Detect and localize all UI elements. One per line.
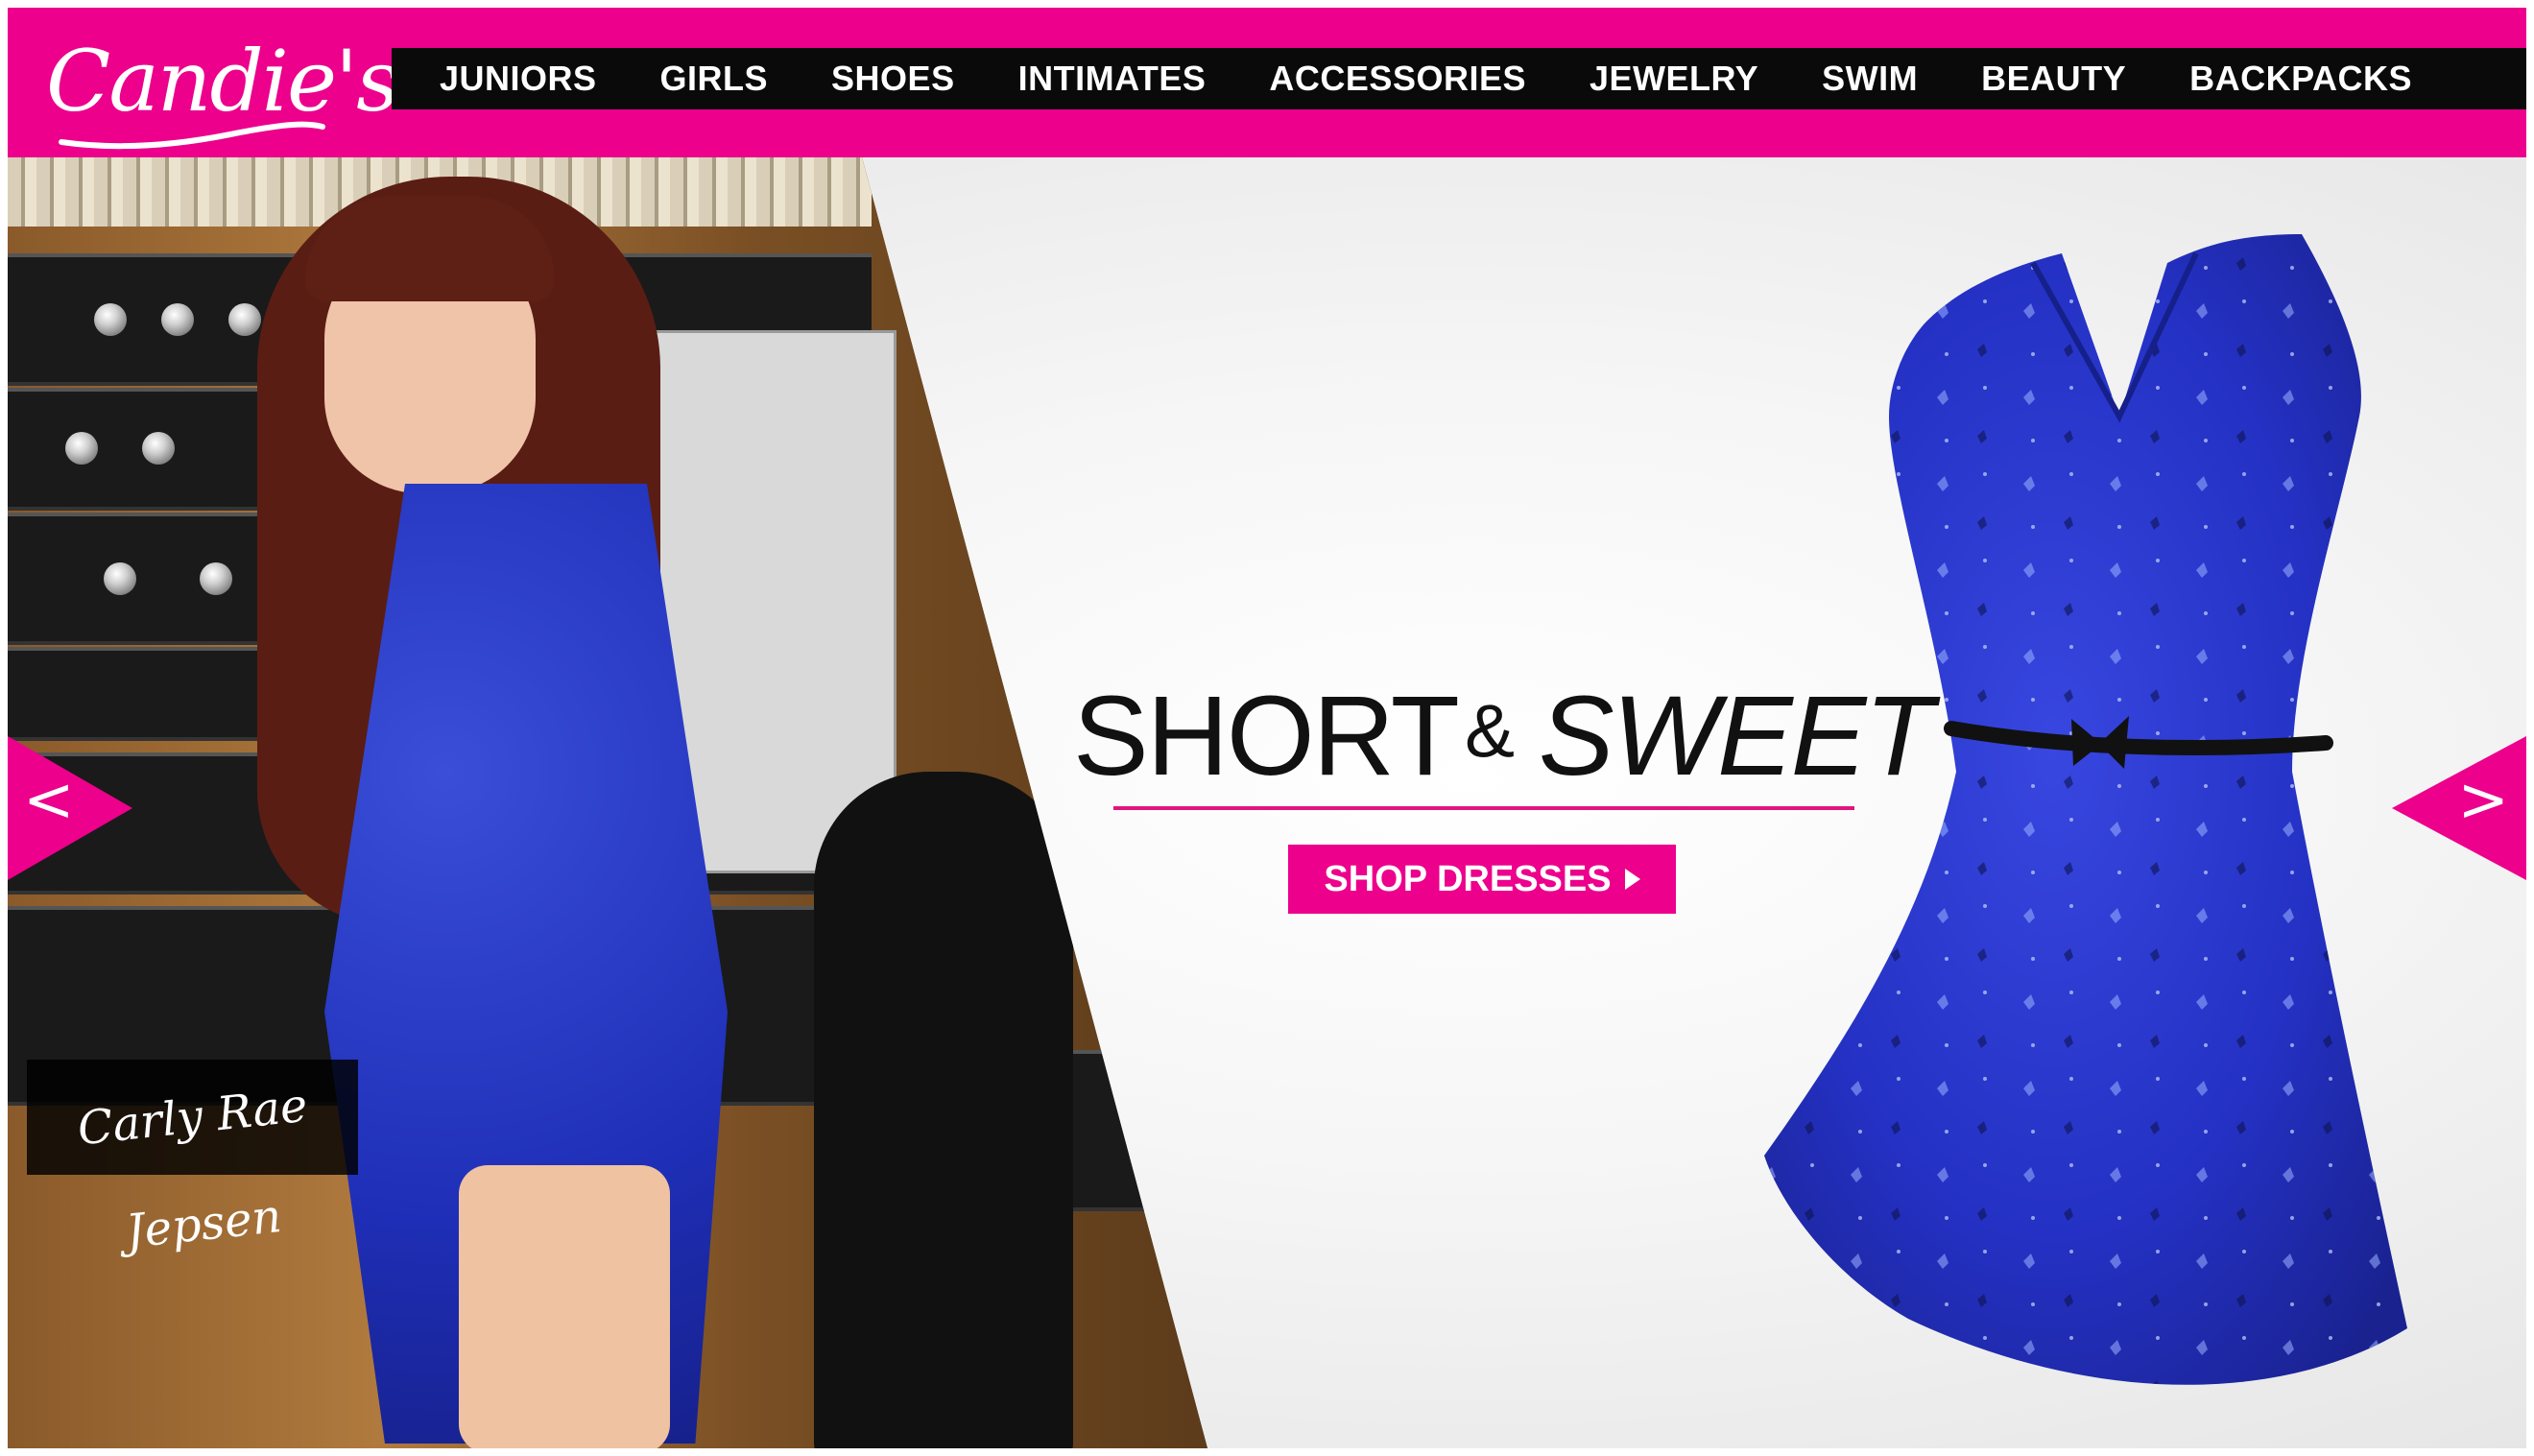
guitar-case [814,772,1073,1448]
knob-icon [104,562,136,595]
shop-dresses-label: SHOP DRESSES [1324,859,1612,899]
headline-divider [1113,806,1854,810]
model-photo: Carly Rae Jepsen [8,157,1207,1448]
model-bangs [305,196,555,301]
page-frame: Candie's JUNIORS GIRLS SHOES INTIMATES A… [8,8,2526,1448]
knob-icon [200,562,232,595]
model-legs [459,1165,670,1448]
nav-item-juniors[interactable]: JUNIORS [440,59,597,99]
knob-icon [228,303,261,336]
logo-swash-icon [59,121,325,150]
nav-item-backpacks[interactable]: BACKPACKS [2189,59,2412,99]
nav-item-girls[interactable]: GIRLS [660,59,769,99]
hero-banner[interactable]: Carly Rae Jepsen SHORT & SWEET SHOP DRES… [8,157,2526,1448]
knob-icon [161,303,194,336]
knob-icon [94,303,127,336]
nav-item-accessories[interactable]: ACCESSORIES [1269,59,1526,99]
headline-ampersand: & [1465,688,1516,773]
headline-short: SHORT [1073,673,1460,800]
knob-icon [142,432,175,465]
nav-item-beauty[interactable]: BEAUTY [1981,59,2126,99]
nav-item-shoes[interactable]: SHOES [831,59,955,99]
nav-item-jewelry[interactable]: JEWELRY [1590,59,1758,99]
blue-dress-product-image[interactable] [1745,196,2417,1415]
nav-item-intimates[interactable]: INTIMATES [1018,59,1207,99]
chevron-right-icon: > [2457,765,2509,836]
nav-item-swim[interactable]: SWIM [1822,59,1918,99]
shop-dresses-button[interactable]: SHOP DRESSES [1288,845,1676,914]
knob-icon [65,432,98,465]
main-nav: JUNIORS GIRLS SHOES INTIMATES ACCESSORIE… [392,48,2526,109]
play-arrow-icon [1624,869,1640,890]
site-header: Candie's JUNIORS GIRLS SHOES INTIMATES A… [8,8,2526,157]
